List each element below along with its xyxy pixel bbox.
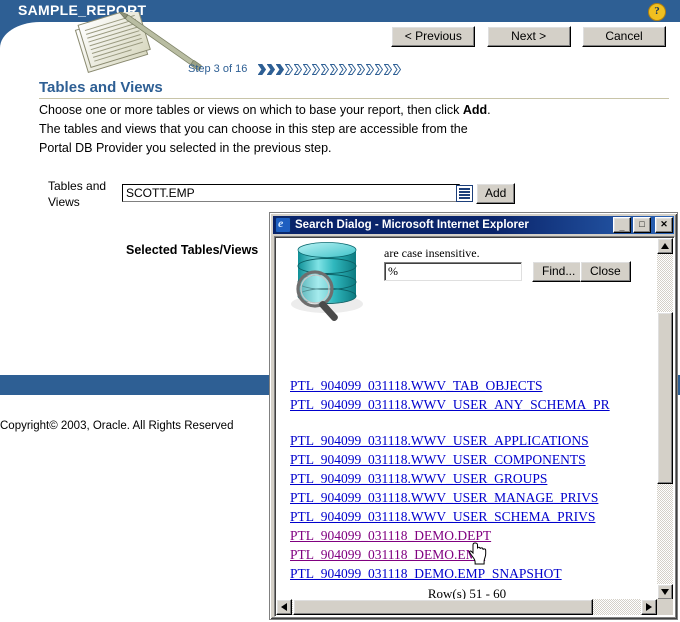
- tables-and-views-input[interactable]: [122, 184, 460, 202]
- selected-tables-views-label: Selected Tables/Views: [126, 243, 259, 257]
- minimize-button[interactable]: _: [613, 217, 631, 233]
- scroll-down-button[interactable]: [657, 584, 673, 600]
- search-dialog-window: Search Dialog - Microsoft Internet Explo…: [269, 212, 678, 620]
- search-input[interactable]: [384, 262, 522, 281]
- wizard-button-row: < Previous Next > Cancel: [383, 26, 666, 47]
- help-icon[interactable]: ?: [648, 3, 666, 21]
- search-result-link[interactable]: PTL_904099_031118.WWV_USER_COMPONENTS: [290, 450, 657, 469]
- maximize-button[interactable]: □: [633, 217, 651, 233]
- window-controls: _ □ ✕: [611, 217, 674, 233]
- search-result-link[interactable]: PTL_904099_031118_DEMO.EMP: [290, 545, 657, 564]
- scroll-up-button[interactable]: [657, 238, 673, 254]
- step-chevron: [321, 64, 329, 75]
- step-chevron: [375, 64, 383, 75]
- previous-button[interactable]: < Previous: [391, 26, 476, 47]
- scroll-right-button[interactable]: [641, 599, 657, 615]
- step-chevron: [258, 64, 266, 75]
- dialog-title-bar[interactable]: Search Dialog - Microsoft Internet Explo…: [273, 216, 674, 234]
- desc-line3: Portal DB Provider you selected in the p…: [39, 141, 332, 155]
- step-label: Step 3 of 16: [188, 63, 248, 75]
- search-result-link[interactable]: PTL_904099_031118.WWV_USER_APPLICATIONS: [290, 431, 657, 450]
- step-chevron: [312, 64, 320, 75]
- dialog-client-area: are case insensitive. Find... Close PTL_…: [274, 236, 675, 617]
- step-chevron: [357, 64, 365, 75]
- search-result-link[interactable]: PTL_904099_031118.WWV_USER_MANAGE_PRIVS: [290, 488, 657, 507]
- horizontal-scroll-thumb[interactable]: [293, 599, 593, 615]
- section-divider: [39, 98, 669, 99]
- search-result-link[interactable]: PTL_904099_031118_DEMO.DEPT: [290, 526, 657, 545]
- step-chevron: [384, 64, 392, 75]
- section-description: Choose one or more tables or views on wh…: [39, 101, 559, 158]
- wizard-page: SAMPLE_REPORT ? < Previous Next > Cancel…: [0, 0, 680, 622]
- step-progress-chevrons: [258, 64, 402, 77]
- scrollbar-corner: [657, 599, 673, 615]
- step-chevron: [330, 64, 338, 75]
- search-result-link[interactable]: PTL_904099_031118.WWV_USER_GROUPS: [290, 469, 657, 488]
- search-hint-text: are case insensitive.: [384, 246, 480, 260]
- desc-line1-a: Choose one or more tables or views on wh…: [39, 103, 463, 117]
- dialog-document: are case insensitive. Find... Close PTL_…: [276, 238, 657, 600]
- row-range-label: Row(s) 51 - 60: [427, 586, 507, 600]
- vertical-scroll-thumb[interactable]: [657, 312, 673, 484]
- step-chevron: [303, 64, 311, 75]
- step-chevron: [267, 64, 275, 75]
- minimize-icon: _: [619, 222, 625, 232]
- result-group-spacer: [290, 414, 657, 431]
- dialog-vertical-scrollbar[interactable]: [657, 238, 673, 600]
- list-of-values-icon[interactable]: [456, 185, 473, 202]
- next-button[interactable]: Next >: [486, 26, 571, 47]
- close-button[interactable]: ✕: [655, 217, 673, 233]
- desc-add-emphasis: Add: [462, 103, 488, 117]
- step-chevron: [339, 64, 347, 75]
- copyright-text: Copyright© 2003, Oracle. All Rights Rese…: [0, 420, 234, 432]
- step-chevron: [294, 64, 302, 75]
- find-button[interactable]: Find...: [532, 261, 586, 282]
- search-result-link[interactable]: PTL_904099_031118_DEMO.EMP_SNAPSHOT: [290, 564, 657, 583]
- dialog-close-button[interactable]: Close: [580, 261, 631, 282]
- search-results-list: PTL_904099_031118.WWV_TAB_OBJECTS PTL_904…: [290, 376, 657, 583]
- tables-and-views-label: Tables and Views: [48, 179, 107, 209]
- step-chevron: [393, 64, 401, 75]
- cancel-button[interactable]: Cancel: [582, 26, 666, 47]
- maximize-icon: □: [639, 219, 645, 229]
- step-chevron: [285, 64, 293, 75]
- database-magnifier-icon: [282, 242, 378, 322]
- section-title: Tables and Views: [39, 79, 163, 96]
- search-result-link[interactable]: PTL_904099_031118.WWV_TAB_OBJECTS: [290, 376, 657, 395]
- step-chevron: [276, 64, 284, 75]
- dialog-horizontal-scrollbar[interactable]: [276, 599, 657, 615]
- close-icon: ✕: [660, 219, 668, 229]
- desc-line1-b: .: [487, 103, 491, 117]
- internet-explorer-icon: [275, 217, 291, 233]
- step-chevron: [348, 64, 356, 75]
- search-result-link[interactable]: PTL_904099_031118.WWV_USER_SCHEMA_PRIVS: [290, 507, 657, 526]
- add-button[interactable]: Add: [476, 183, 516, 204]
- search-result-link[interactable]: PTL_904099_031118.WWV_USER_ANY_SCHEMA_PR: [290, 395, 657, 414]
- desc-line2: The tables and views that you can choose…: [39, 122, 468, 136]
- scroll-left-button[interactable]: [276, 599, 292, 615]
- step-chevron: [366, 64, 374, 75]
- dialog-title: Search Dialog - Microsoft Internet Explo…: [295, 219, 529, 231]
